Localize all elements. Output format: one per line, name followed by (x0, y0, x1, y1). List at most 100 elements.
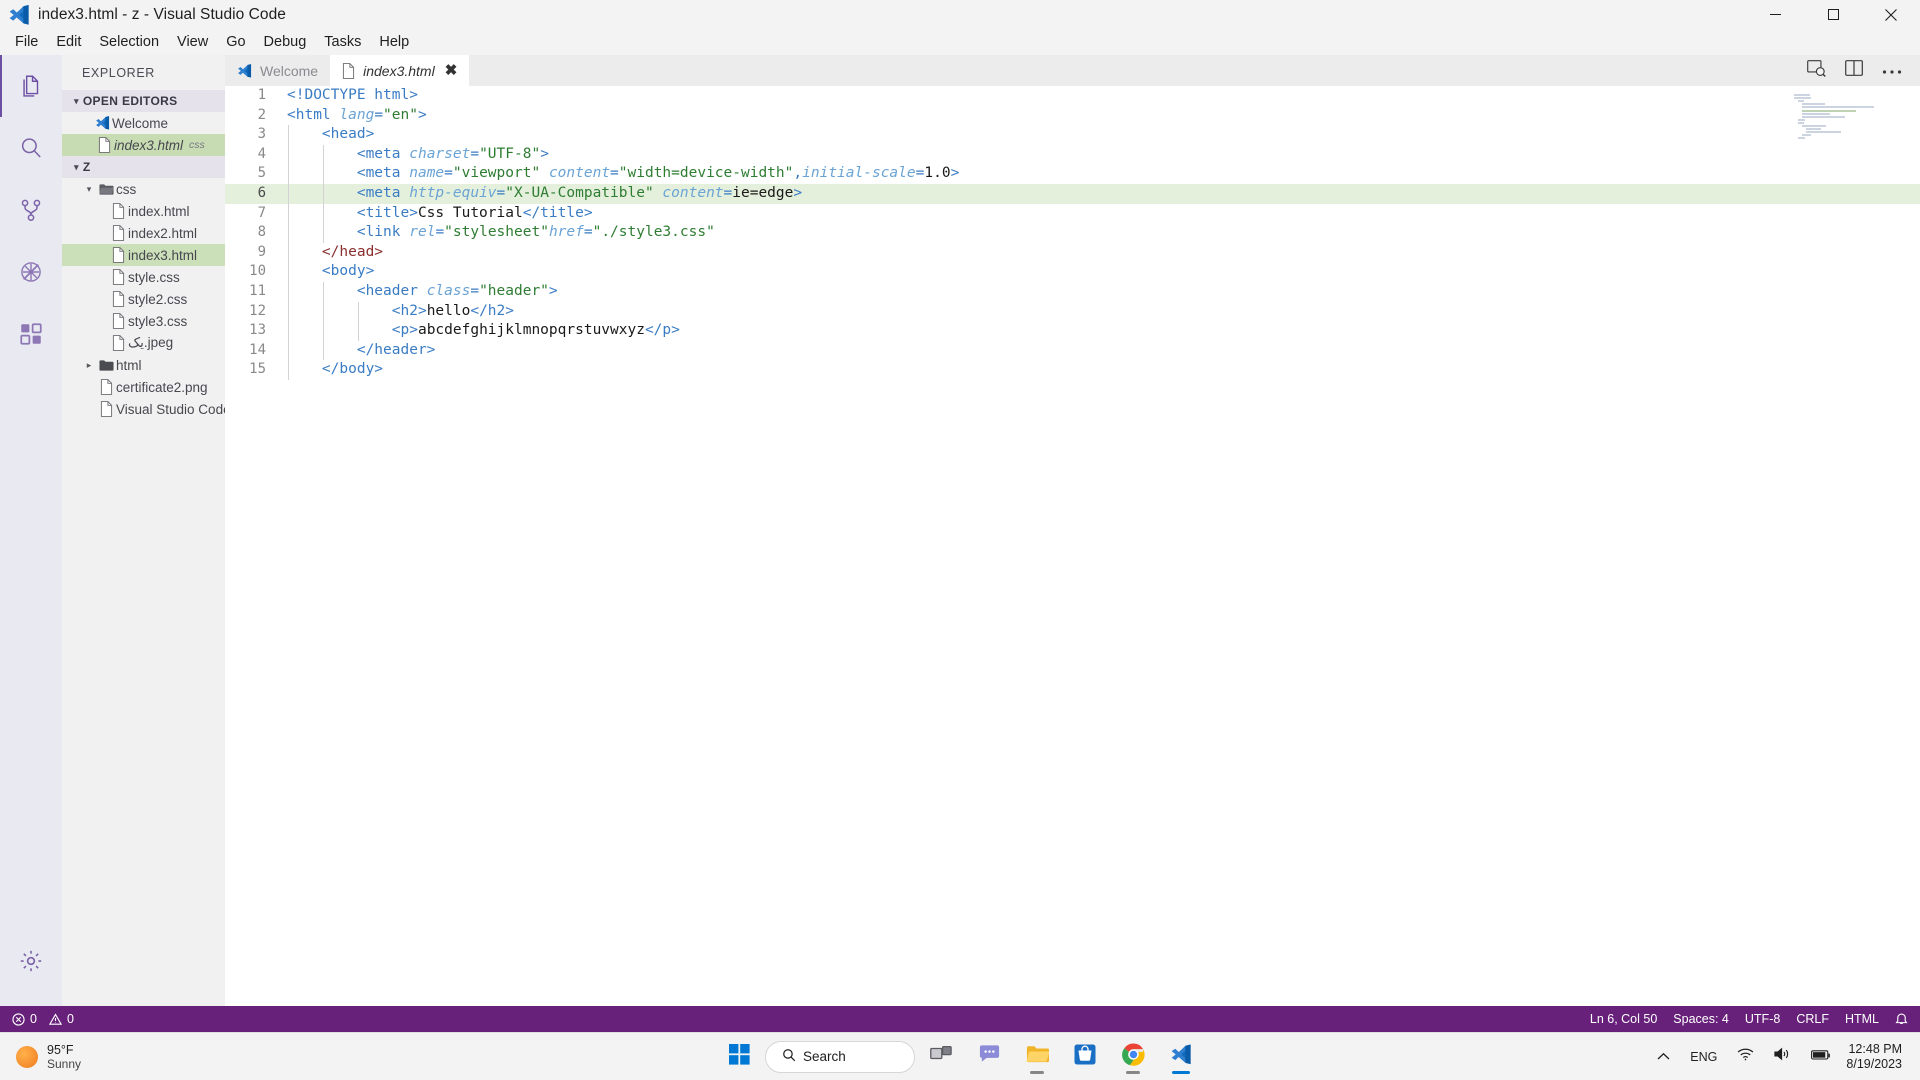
menu-selection[interactable]: Selection (90, 30, 168, 54)
tray-expand-button[interactable] (1652, 1044, 1675, 1070)
chevron-right-icon: ▸ (86, 359, 92, 370)
chrome-icon (1121, 1042, 1145, 1071)
weather-widget[interactable]: 95°F Sunny (0, 1043, 81, 1071)
tab-index3-html[interactable]: index3.html ✖ (330, 55, 470, 86)
folder-icon (96, 359, 116, 372)
microsoft-store-button[interactable] (1063, 1037, 1107, 1077)
menu-debug[interactable]: Debug (255, 30, 316, 54)
code-token: </header> (356, 341, 436, 358)
windows-logo-icon (728, 1043, 750, 1070)
tree-item-index2-html[interactable]: index2.html (62, 222, 225, 244)
menu-go[interactable]: Go (217, 30, 254, 54)
code-token: </title> (522, 204, 593, 221)
activity-item-manage[interactable] (0, 930, 62, 992)
tray-network-button[interactable] (1732, 1044, 1759, 1070)
vscode-taskbar-button[interactable] (1159, 1037, 1203, 1077)
code-line[interactable]: 10 <body> (225, 262, 1920, 282)
tree-item-folder-html[interactable]: ▸ html (62, 354, 225, 376)
tree-item-style3-css[interactable]: style3.css (62, 310, 225, 332)
tray-battery-button[interactable] (1806, 1044, 1836, 1070)
tab-welcome[interactable]: Welcome (225, 55, 331, 86)
menu-file[interactable]: File (6, 30, 47, 54)
code-token: <p> (391, 322, 418, 339)
vscode-logo-icon (92, 116, 112, 130)
tree-item-certificate2-png[interactable]: certificate2.png (62, 376, 225, 398)
code-token: = (723, 184, 733, 201)
open-editor-welcome[interactable]: Welcome (62, 112, 225, 134)
activity-bar (0, 55, 62, 1006)
editor-vertical-scrollbar[interactable] (1904, 86, 1920, 1006)
code-line[interactable]: 12 <h2>hello</h2> (225, 302, 1920, 322)
code-line[interactable]: 6 <meta http-equiv="X-UA-Compatible" con… (225, 183, 1920, 204)
status-cursor-position[interactable]: Ln 6, Col 50 (1582, 1006, 1665, 1032)
code-token: "X-UA-Compatible" (505, 184, 654, 201)
activity-item-source-control[interactable] (0, 179, 62, 241)
code-token: <head> (321, 126, 375, 143)
tray-language[interactable]: ENG (1685, 1046, 1722, 1068)
status-language-mode[interactable]: HTML (1837, 1006, 1887, 1032)
tree-item-visual-studio-code[interactable]: Visual Studio Code.. (62, 398, 238, 420)
section-workspace[interactable]: ▾ Z (62, 156, 225, 178)
code-line[interactable]: 5 <meta name="viewport" content="width=d… (225, 164, 1920, 184)
file-explorer-button[interactable] (1015, 1037, 1059, 1077)
tree-item-jpeg[interactable]: یک.jpeg (62, 332, 225, 354)
clock[interactable]: 12:48 PM 8/19/2023 (1846, 1042, 1908, 1072)
code-line[interactable]: 13 <p>abcdefghijklmnopqrstuvwxyz</p> (225, 321, 1920, 341)
code-token: > (540, 145, 549, 162)
status-problems[interactable]: 0 0 (4, 1006, 82, 1032)
code-line[interactable]: 8 <link rel="stylesheet"href="./style3.c… (225, 223, 1920, 243)
tray-volume-button[interactable] (1769, 1043, 1796, 1070)
tree-item-index-html[interactable]: index.html (62, 200, 225, 222)
task-view-button[interactable] (919, 1037, 963, 1077)
status-eol[interactable]: CRLF (1788, 1006, 1837, 1032)
code-line-text: <body> (287, 262, 374, 282)
activity-item-extensions[interactable] (0, 303, 62, 365)
menu-tasks[interactable]: Tasks (315, 30, 370, 54)
menu-help[interactable]: Help (370, 30, 418, 54)
code-line-text: <meta charset="UTF-8"> (287, 145, 549, 165)
weather-temperature: 95°F (47, 1042, 74, 1057)
split-editor-button[interactable] (1844, 60, 1864, 81)
chrome-button[interactable] (1111, 1037, 1155, 1077)
tree-item-label: style2.css (128, 291, 188, 307)
tree-item-style-css[interactable]: style.css (62, 266, 225, 288)
maximize-button[interactable] (1804, 0, 1862, 29)
menu-view[interactable]: View (168, 30, 217, 54)
code-token: Css Tutorial (417, 204, 523, 221)
warning-count: 0 (66, 1012, 74, 1026)
code-content[interactable]: 1 <!DOCTYPE html> 2 <html lang="en"> 3 <head… (225, 86, 1920, 380)
menu-edit[interactable]: Edit (47, 30, 90, 54)
code-line[interactable]: 14 </header> (225, 341, 1920, 361)
activity-item-run-debug[interactable] (0, 241, 62, 303)
taskbar-search[interactable]: Search (765, 1040, 915, 1073)
tree-item-folder-css[interactable]: ▾ css (62, 178, 225, 200)
more-actions-button[interactable] (1882, 61, 1902, 81)
code-line[interactable]: 11 <header class="header"> (225, 282, 1920, 302)
status-encoding[interactable]: UTF-8 (1737, 1006, 1788, 1032)
close-button[interactable] (1862, 0, 1920, 29)
section-open-editors[interactable]: ▾ OPEN EDITORS (62, 90, 225, 112)
chat-button[interactable] (967, 1037, 1011, 1077)
activity-item-search[interactable] (0, 117, 62, 179)
close-icon[interactable]: ✖ (445, 63, 458, 78)
tree-item-index3-html[interactable]: index3.html (62, 244, 225, 266)
open-editor-index3[interactable]: index3.html css (62, 134, 225, 156)
code-line[interactable]: 15 </body> (225, 360, 1920, 380)
activity-item-explorer[interactable] (0, 55, 62, 117)
code-line[interactable]: 2 <html lang="en"> (225, 106, 1920, 126)
code-editor[interactable]: 1 <!DOCTYPE html> 2 <html lang="en"> 3 <head… (225, 86, 1920, 1006)
start-button[interactable] (717, 1037, 761, 1077)
code-scroll-area[interactable]: 1 <!DOCTYPE html> 2 <html lang="en"> 3 <head… (225, 86, 1920, 1006)
status-indentation[interactable]: Spaces: 4 (1665, 1006, 1737, 1032)
code-token: "header" (479, 282, 549, 299)
tree-item-style2-css[interactable]: style2.css (62, 288, 225, 310)
open-preview-button[interactable] (1806, 59, 1826, 81)
sidebar-explorer: EXPLORER ▾ OPEN EDITORS Welcome index3.h… (62, 55, 238, 1006)
minimize-button[interactable] (1746, 0, 1804, 29)
code-line[interactable]: 3 <head> (225, 125, 1920, 145)
code-line[interactable]: 1 <!DOCTYPE html> (225, 86, 1920, 106)
code-line[interactable]: 9 </head> (225, 243, 1920, 263)
status-notifications[interactable] (1887, 1006, 1916, 1032)
code-line[interactable]: 4 <meta charset="UTF-8"> (225, 145, 1920, 165)
code-line[interactable]: 7 <title>Css Tutorial</title> (225, 204, 1920, 224)
